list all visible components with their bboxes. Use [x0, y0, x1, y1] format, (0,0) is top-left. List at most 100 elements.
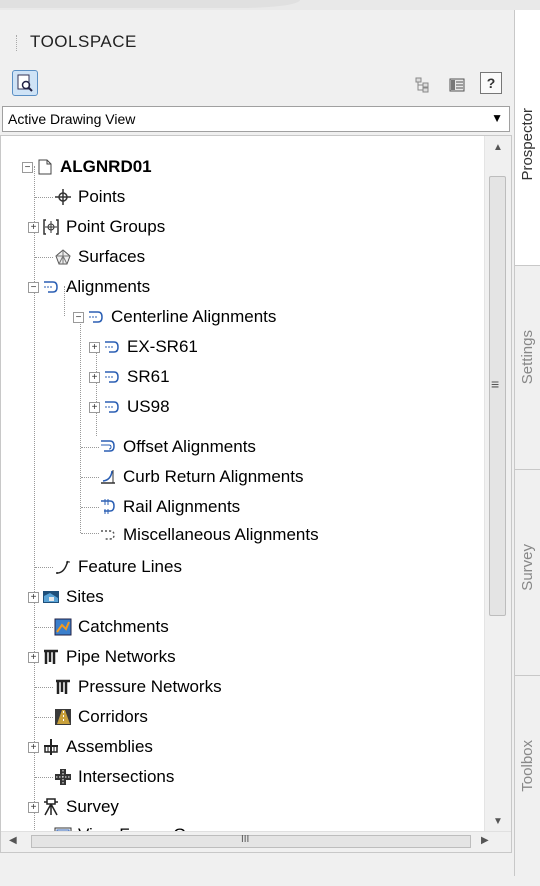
tree-item-pressure-networks[interactable]: Pressure Networks — [53, 672, 222, 702]
dropdown-arrow-icon[interactable]: ▼ — [491, 111, 503, 125]
panel-view-button[interactable] — [444, 72, 470, 98]
view-selector-dropdown[interactable]: Active Drawing View ▼ — [2, 106, 510, 132]
tree-connector — [81, 533, 99, 534]
point-group-icon — [41, 217, 61, 237]
horizontal-scroll-thumb[interactable] — [31, 835, 471, 848]
tree-item-offset-alignments[interactable]: Offset Alignments — [98, 432, 256, 462]
tree-connector — [35, 627, 53, 628]
offset-alignment-icon — [98, 437, 118, 457]
window-top-edge — [0, 0, 540, 10]
tree-item-label: Sites — [66, 587, 104, 606]
alignment-icon — [41, 277, 61, 297]
corridor-icon — [53, 707, 73, 727]
tree-item-point-groups[interactable]: + Point Groups — [28, 212, 165, 242]
expand-toggle[interactable]: + — [89, 371, 100, 383]
tree-item-centerline-alignments[interactable]: − Centerline Alignments — [73, 302, 276, 332]
tree-item-label: Offset Alignments — [123, 437, 256, 456]
expand-toggle[interactable]: + — [89, 341, 100, 353]
tree-item-alignments[interactable]: − Alignments — [28, 272, 150, 302]
horizontal-scrollbar[interactable]: ◀ III ▶ — [1, 831, 511, 852]
alignment-icon — [102, 367, 122, 387]
tree-item-label: EX-SR61 — [127, 337, 198, 356]
vertical-scroll-thumb[interactable] — [489, 176, 506, 616]
magnifier-page-icon — [17, 74, 33, 92]
tree-item-corridors[interactable]: Corridors — [53, 702, 148, 732]
alignment-icon — [102, 337, 122, 357]
tree-item-feature-lines[interactable]: Feature Lines — [53, 552, 182, 582]
expand-toggle[interactable]: + — [28, 651, 39, 663]
tree-item-survey[interactable]: + Survey — [28, 792, 119, 822]
panel-bottom-edge — [0, 858, 514, 886]
assembly-icon — [41, 737, 61, 757]
tree-root-algnrd01[interactable]: − ALGNRD01 — [22, 152, 152, 182]
tree-item-label: Intersections — [78, 767, 175, 786]
expand-toggle[interactable]: + — [28, 221, 39, 233]
rail-alignment-icon — [98, 497, 118, 517]
collapse-toggle[interactable]: − — [73, 311, 84, 323]
tab-settings-label: Settings — [519, 330, 536, 385]
collapse-toggle[interactable]: − — [28, 281, 39, 293]
panel-title: TOOLSPACE — [30, 32, 137, 51]
tree-item-us98[interactable]: + US98 — [89, 392, 170, 422]
expand-toggle[interactable]: + — [89, 401, 100, 413]
site-icon — [41, 587, 61, 607]
tree-item-intersections[interactable]: Intersections — [53, 762, 174, 792]
tree-item-label: Alignments — [66, 277, 151, 296]
tree-item-misc-alignments[interactable]: Miscellaneous Alignments — [98, 520, 319, 550]
tree-connector — [80, 316, 81, 533]
scroll-up-icon[interactable]: ▲ — [493, 142, 503, 153]
tree-structure-button[interactable] — [410, 72, 436, 98]
tab-toolbox[interactable]: Toolbox — [515, 676, 540, 876]
tree-item-label: Corridors — [78, 707, 148, 726]
scroll-left-icon[interactable]: ◀ — [9, 835, 17, 846]
toolspace-panel: TOOLSPACE ? Active Drawing View ▼ − ALGN… — [0, 10, 514, 886]
tab-settings[interactable]: Settings — [515, 266, 540, 470]
tree-item-label: Rail Alignments — [123, 497, 241, 516]
tree-connector — [35, 197, 53, 198]
tree-item-pipe-networks[interactable]: + Pipe Networks — [28, 642, 176, 672]
panel-titlebar[interactable]: TOOLSPACE — [0, 10, 514, 66]
feature-line-icon — [53, 557, 73, 577]
tree-item-ex-sr61[interactable]: + EX-SR61 — [89, 332, 198, 362]
pressure-network-icon — [53, 677, 73, 697]
tree-item-sites[interactable]: + Sites — [28, 582, 104, 612]
prospector-tree: − ALGNRD01 Points + Point Groups Surface… — [1, 136, 485, 844]
collapse-toggle[interactable]: − — [22, 161, 33, 173]
tree-item-label: US98 — [127, 397, 170, 416]
scroll-down-icon[interactable]: ▼ — [493, 816, 503, 827]
scroll-right-icon[interactable]: ▶ — [481, 835, 489, 846]
drag-grip[interactable] — [16, 35, 19, 51]
tree-item-label: Assemblies — [66, 737, 153, 756]
tab-survey[interactable]: Survey — [515, 470, 540, 676]
survey-tripod-icon — [41, 797, 61, 817]
expand-toggle[interactable]: + — [28, 591, 39, 603]
tree-item-sr61[interactable]: + SR61 — [89, 362, 170, 392]
tree-item-label: Curb Return Alignments — [123, 467, 304, 486]
tree-item-label: Catchments — [78, 617, 169, 636]
tab-survey-label: Survey — [519, 544, 536, 591]
tree-connector — [35, 687, 53, 688]
item-view-toggle-button[interactable] — [12, 70, 38, 96]
tree-item-rail-alignments[interactable]: Rail Alignments — [98, 492, 240, 522]
tree-connector — [35, 777, 53, 778]
tree-item-catchments[interactable]: Catchments — [53, 612, 169, 642]
tab-toolbox-label: Toolbox — [519, 740, 536, 792]
point-icon — [53, 187, 73, 207]
panel-toolbar: ? — [0, 66, 514, 106]
toolspace-side-tabs: Prospector Settings Survey Toolbox — [514, 10, 540, 876]
tree-item-surfaces[interactable]: Surfaces — [53, 242, 145, 272]
tab-prospector[interactable]: Prospector — [515, 10, 540, 266]
tree-item-label: Survey — [66, 797, 119, 816]
tree-item-curb-return-alignments[interactable]: Curb Return Alignments — [98, 462, 303, 492]
expand-toggle[interactable]: + — [28, 801, 39, 813]
tree-item-assemblies[interactable]: + Assemblies — [28, 732, 153, 762]
curb-return-icon — [98, 467, 118, 487]
help-button[interactable]: ? — [480, 72, 502, 94]
tree-item-label: Points — [78, 187, 126, 206]
vertical-scrollbar[interactable]: ▲ ≡ ▼ — [484, 136, 511, 834]
expand-toggle[interactable]: + — [28, 741, 39, 753]
intersection-icon — [53, 767, 73, 787]
tree-connector — [81, 447, 99, 448]
tab-prospector-label: Prospector — [519, 108, 536, 181]
tree-item-points[interactable]: Points — [53, 182, 125, 212]
